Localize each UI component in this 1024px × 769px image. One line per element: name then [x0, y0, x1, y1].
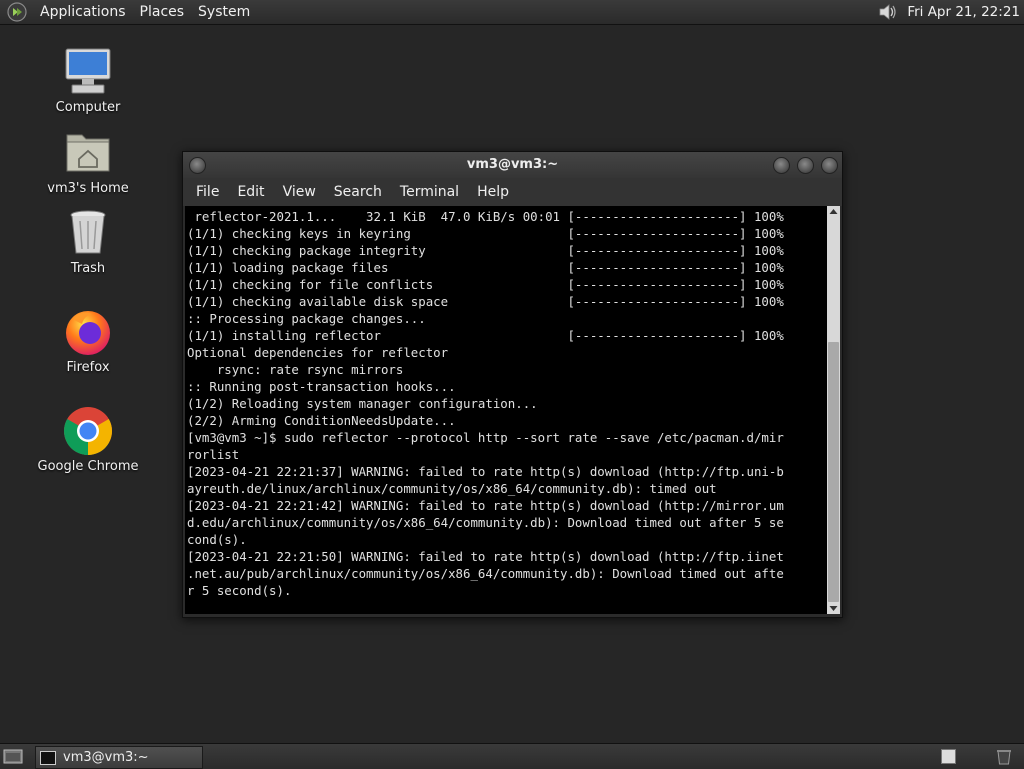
- menu-help[interactable]: Help: [468, 184, 518, 200]
- terminal-line: (1/1) checking keys in keyring [--------…: [187, 226, 784, 241]
- terminal-line: d.edu/archlinux/community/os/x86_64/comm…: [187, 515, 784, 530]
- maximize-button[interactable]: [797, 157, 814, 174]
- menu-search[interactable]: Search: [325, 184, 391, 200]
- terminal-line: [2023-04-21 22:21:50] WARNING: failed to…: [187, 549, 784, 564]
- desktop-icon-label: Computer: [55, 100, 121, 115]
- window-title: vm3@vm3:~: [466, 157, 559, 172]
- terminal-line: (2/2) Arming ConditionNeedsUpdate...: [187, 413, 456, 428]
- panel-trash-icon[interactable]: [994, 748, 1014, 765]
- menu-edit[interactable]: Edit: [228, 184, 273, 200]
- scroll-down-arrow-icon[interactable]: [827, 602, 840, 614]
- workspace-switcher[interactable]: [941, 749, 956, 764]
- taskbar-terminal-button[interactable]: vm3@vm3:~: [35, 746, 203, 769]
- terminal-line: (1/2) Reloading system manager configura…: [187, 396, 538, 411]
- terminal-line: :: Running post-transaction hooks...: [187, 379, 456, 394]
- show-desktop-icon[interactable]: [3, 748, 23, 765]
- desktop-icon-chrome[interactable]: Google Chrome: [33, 405, 143, 474]
- places-menu[interactable]: Places: [133, 4, 192, 20]
- terminal-line: [vm3@vm3 ~]$ sudo reflector --protocol h…: [187, 430, 784, 445]
- terminal-line: .net.au/pub/archlinux/community/os/x86_6…: [187, 566, 784, 581]
- firefox-icon: [62, 306, 114, 358]
- trash-icon: [62, 207, 114, 259]
- desktop-icon-label: vm3's Home: [47, 181, 129, 196]
- desktop-icon-computer[interactable]: Computer: [33, 46, 143, 115]
- desktop-icon-firefox[interactable]: Firefox: [33, 306, 143, 375]
- clock[interactable]: Fri Apr 21, 22:21: [899, 4, 1024, 20]
- desktop-icon-label: Firefox: [66, 360, 110, 375]
- computer-icon: [62, 46, 114, 98]
- terminal-line: [2023-04-21 22:21:42] WARNING: failed to…: [187, 498, 784, 513]
- terminal-output[interactable]: reflector-2021.1... 32.1 KiB 47.0 KiB/s …: [185, 206, 827, 614]
- terminal-icon: [40, 750, 56, 765]
- menu-view[interactable]: View: [274, 184, 325, 200]
- terminal-text: reflector-2021.1... 32.1 KiB 47.0 KiB/s …: [185, 206, 827, 599]
- scroll-up-arrow-icon[interactable]: [827, 206, 840, 218]
- terminal-line: [2023-04-21 22:21:37] WARNING: failed to…: [187, 464, 784, 479]
- gnome-foot-icon[interactable]: [7, 2, 27, 22]
- taskbar-button-label: vm3@vm3:~: [63, 750, 149, 765]
- terminal-line: :: Processing package changes...: [187, 311, 426, 326]
- terminal-line: reflector-2021.1... 32.1 KiB 47.0 KiB/s …: [187, 209, 784, 224]
- volume-icon[interactable]: [877, 1, 899, 23]
- system-menu[interactable]: System: [191, 4, 257, 20]
- close-button[interactable]: [821, 157, 838, 174]
- chrome-icon: [62, 405, 114, 457]
- menu-terminal[interactable]: Terminal: [391, 184, 468, 200]
- desktop-icon-label: Google Chrome: [37, 459, 139, 474]
- bottom-panel: vm3@vm3:~: [0, 743, 1024, 769]
- terminal-line: Optional dependencies for reflector: [187, 345, 449, 360]
- top-panel: Applications Places System Fri Apr 21, 2…: [0, 0, 1024, 25]
- minimize-button[interactable]: [773, 157, 790, 174]
- terminal-line: (1/1) loading package files [-----------…: [187, 260, 784, 275]
- terminal-line: ayreuth.de/linux/archlinux/community/os/…: [187, 481, 717, 496]
- home-folder-icon: [62, 127, 114, 179]
- terminal-line: rorlist: [187, 447, 240, 462]
- desktop-icon-label: Trash: [70, 261, 106, 276]
- desktop-icon-trash[interactable]: Trash: [33, 207, 143, 276]
- terminal-line: r 5 second(s).: [187, 583, 292, 598]
- terminal-titlebar[interactable]: vm3@vm3:~: [183, 152, 842, 178]
- terminal-scrollbar[interactable]: [827, 206, 840, 614]
- terminal-line: (1/1) installing reflector [------------…: [187, 328, 784, 343]
- terminal-line: (1/1) checking for file conflicts [-----…: [187, 277, 784, 292]
- terminal-line: (1/1) checking available disk space [---…: [187, 294, 784, 309]
- terminal-menubar: File Edit View Search Terminal Help: [183, 178, 842, 206]
- terminal-line: rsync: rate rsync mirrors: [187, 362, 404, 377]
- scrollbar-thumb[interactable]: [828, 342, 839, 602]
- desktop-icon-home[interactable]: vm3's Home: [33, 127, 143, 196]
- applications-menu[interactable]: Applications: [33, 4, 133, 20]
- terminal-window[interactable]: vm3@vm3:~ File Edit View Search Terminal…: [182, 151, 843, 618]
- terminal-line: (1/1) checking package integrity [------…: [187, 243, 784, 258]
- terminal-line: cond(s).: [187, 532, 247, 547]
- menu-file[interactable]: File: [187, 184, 228, 200]
